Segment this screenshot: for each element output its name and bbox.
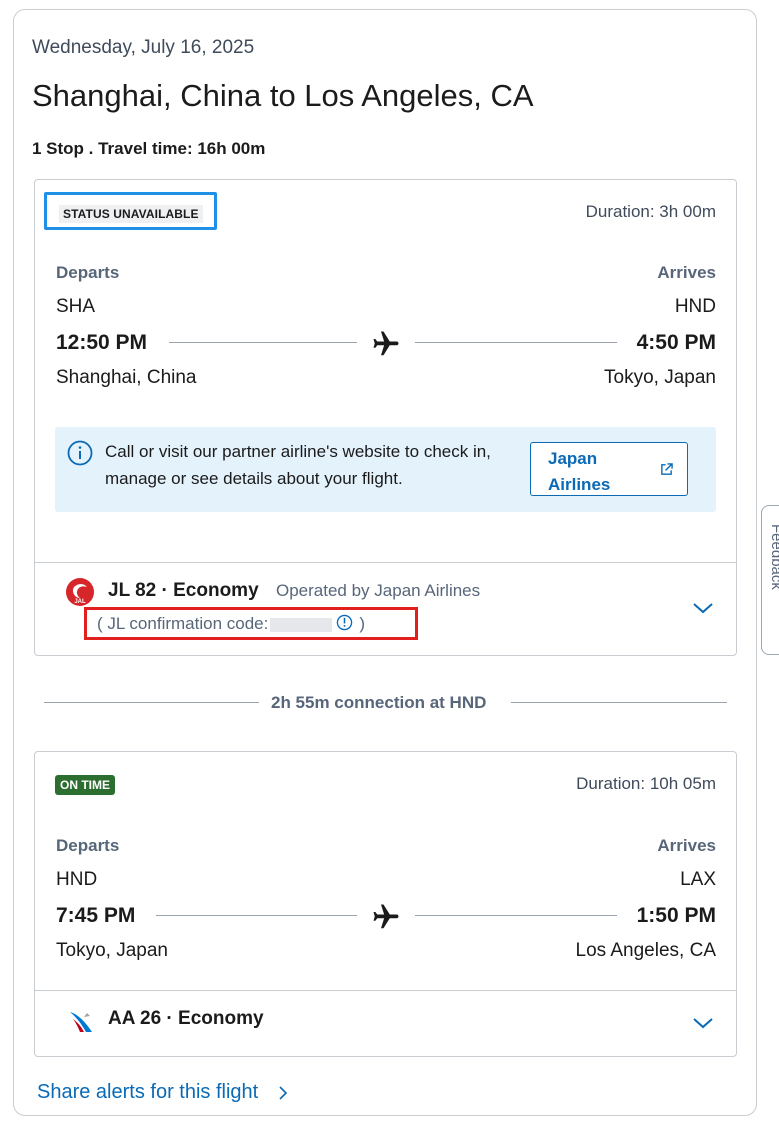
trip-route-title: Shanghai, China to Los Angeles, CA	[32, 78, 534, 113]
departs-label: Departs	[56, 263, 120, 282]
flight-segment-card-1: STATUS UNAVAILABLE Duration: 3h 00m Depa…	[34, 179, 737, 656]
origin-airport-code: SHA	[56, 296, 96, 317]
partner-airline-notice: Call or visit our partner airline's webs…	[55, 427, 716, 512]
feedback-tab[interactable]: Feedback	[761, 505, 779, 655]
arrival-time: 1:50 PM	[636, 904, 716, 927]
flight-number-class: JL 82 · Economy	[108, 580, 259, 601]
route-line-right	[415, 342, 617, 343]
svg-text:JAL: JAL	[74, 599, 86, 605]
connection-info: 2h 55m connection at HND	[271, 693, 487, 712]
info-icon[interactable]	[336, 614, 353, 631]
segment-divider	[35, 562, 736, 563]
destination-airport-code: HND	[674, 296, 716, 317]
aa-logo	[70, 1012, 92, 1032]
trip-date: Wednesday, July 16, 2025	[32, 37, 255, 58]
airplane-icon	[373, 331, 399, 356]
origin-city: Tokyo, Japan	[56, 940, 168, 961]
operated-by: Operated by Japan Airlines	[276, 581, 481, 600]
connection-line-right	[511, 702, 727, 703]
route-line-left	[169, 342, 357, 343]
airplane-icon	[373, 904, 399, 929]
departure-time: 7:45 PM	[56, 904, 136, 927]
redacted-confirmation-code	[270, 617, 333, 632]
departs-label: Departs	[56, 836, 120, 855]
departure-time: 12:50 PM	[56, 331, 148, 354]
segment-divider	[35, 990, 736, 991]
arrives-label: Arrives	[657, 836, 716, 855]
confirmation-prefix: ( JL confirmation code:	[97, 614, 269, 633]
share-alerts-link[interactable]: Share alerts for this flight	[37, 1081, 258, 1104]
info-icon	[67, 440, 93, 466]
arrives-label: Arrives	[657, 263, 716, 282]
japan-airlines-link-button[interactable]: Japan Airlines	[530, 442, 688, 496]
jal-logo: JAL	[66, 578, 94, 606]
route-line-left	[156, 915, 357, 916]
chevron-right-icon[interactable]	[278, 1085, 288, 1101]
segment-duration: Duration: 3h 00m	[585, 202, 716, 221]
origin-city: Shanghai, China	[56, 367, 197, 388]
confirmation-suffix: )	[359, 614, 366, 633]
partner-button-label: Japan Airlines	[548, 449, 611, 494]
trip-summary: 1 Stop . Travel time: 16h 00m	[32, 139, 266, 158]
external-link-icon	[661, 463, 673, 475]
flight-segment-card-2: ON TIME Duration: 10h 05m Departs Arrive…	[34, 751, 737, 1057]
arrival-time: 4:50 PM	[636, 331, 716, 354]
confirmation-highlight-box: ( JL confirmation code:)	[84, 607, 418, 640]
confirmation-code: ( JL confirmation code:)	[97, 614, 365, 634]
status-badge: ON TIME	[55, 775, 115, 795]
status-badge: STATUS UNAVAILABLE	[59, 205, 203, 223]
connection-line-left	[44, 702, 259, 703]
destination-city: Tokyo, Japan	[604, 367, 716, 388]
flight-number-class: AA 26 · Economy	[108, 1008, 264, 1029]
origin-airport-code: HND	[56, 869, 98, 890]
destination-city: Los Angeles, CA	[575, 940, 716, 961]
chevron-down-icon[interactable]	[692, 1016, 714, 1030]
segment-duration: Duration: 10h 05m	[576, 774, 716, 793]
feedback-label: Feedback	[768, 524, 779, 590]
destination-airport-code: LAX	[680, 869, 716, 890]
chevron-down-icon[interactable]	[692, 601, 714, 615]
partner-notice-text: Call or visit our partner airline's webs…	[105, 442, 491, 488]
status-highlight-box: STATUS UNAVAILABLE	[44, 192, 217, 230]
route-line-right	[415, 915, 617, 916]
